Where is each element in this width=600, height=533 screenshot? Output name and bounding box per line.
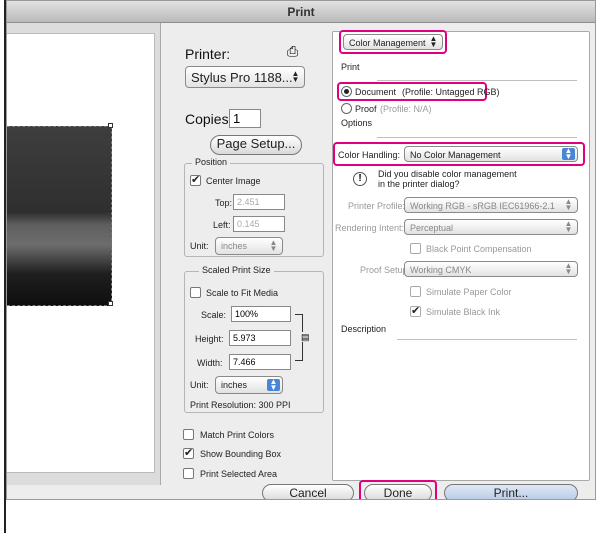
rendering-intent-value: Perceptual <box>410 223 454 233</box>
scaled-unit-value: inches <box>221 380 248 390</box>
scaled-print-size-title: Scaled Print Size <box>199 265 274 275</box>
position-title: Position <box>192 157 231 167</box>
warning-line-2: in the printer dialog? <box>378 179 460 189</box>
center-image-label: Center Image <box>206 176 261 186</box>
proof-radio[interactable] <box>341 103 352 114</box>
proof-profile: (Profile: N/A) <box>380 104 432 114</box>
color-handling-popup[interactable]: No Color Management ▲ ▼ <box>404 146 578 162</box>
copies-label: Copies: <box>185 111 233 127</box>
scaled-unit-label: Unit: <box>190 380 209 390</box>
chevron-updown-icon: ▲ ▼ <box>269 238 278 253</box>
print-section-title: Print <box>341 62 360 72</box>
simulate-black-label: Simulate Black Ink <box>426 307 501 317</box>
chevron-updown-icon: ▲ ▼ <box>562 147 575 161</box>
printer-value: Stylus Pro 1188... <box>191 70 293 85</box>
printer-profile-value: Working RGB - sRGB IEC61966-2.1 <box>410 201 555 211</box>
divider <box>397 339 577 340</box>
mode-popup-value: Color Management <box>349 38 426 48</box>
show-bounding-box-checkbox[interactable] <box>183 446 194 459</box>
simulate-black-checkbox[interactable] <box>410 304 421 317</box>
divider <box>377 137 577 138</box>
black-point-label: Black Point Compensation <box>426 244 532 254</box>
position-unit-popup[interactable]: inches ▲ ▼ <box>215 237 283 255</box>
print-button[interactable]: Print... <box>444 484 578 499</box>
proof-setup-label: Proof Setup: <box>360 265 411 275</box>
divider <box>377 80 577 81</box>
scale-label: Scale: <box>201 310 227 320</box>
top-label: Top: <box>215 198 233 208</box>
print-dialog: Print Printer: ⎙ Stylus Pro 1188... ▲ ▼ C… <box>6 0 596 500</box>
scale-to-fit-label: Scale to Fit Media <box>206 288 279 298</box>
height-label: Height: <box>195 334 224 344</box>
print-resolution: Print Resolution: 300 PPI <box>190 400 291 410</box>
description-section-title: Description <box>341 324 387 334</box>
print-selected-area-checkbox[interactable] <box>183 468 194 479</box>
height-input[interactable]: 5.973 <box>229 330 291 346</box>
page-setup-button[interactable]: Page Setup... <box>210 135 302 155</box>
show-bounding-box-label: Show Bounding Box <box>200 449 282 459</box>
printer-label: Printer: <box>185 46 231 62</box>
window-title: Print <box>287 5 315 19</box>
warning-icon: ! <box>353 172 367 186</box>
proof-setup-value: Working CMYK <box>410 265 472 275</box>
copies-input[interactable]: 1 <box>229 109 261 128</box>
width-label: Width: <box>197 358 223 368</box>
resize-handle-top-right[interactable] <box>108 123 113 128</box>
done-button[interactable]: Done <box>364 484 432 499</box>
screenshot-stage: Print Printer: ⎙ Stylus Pro 1188... ▲ ▼ C… <box>0 0 600 533</box>
printer-profile-label: Printer Profile: <box>348 201 406 211</box>
color-handling-value: No Color Management <box>410 150 501 160</box>
printer-icon[interactable]: ⎙ <box>287 43 298 60</box>
print-selected-area-label: Print Selected Area <box>200 469 278 479</box>
chevron-updown-icon: ▲ ▼ <box>291 69 300 84</box>
scaled-unit-popup[interactable]: inches ▲ ▼ <box>215 376 283 394</box>
chevron-updown-icon: ▲ ▼ <box>564 219 573 234</box>
color-handling-label: Color Handling: <box>338 150 401 160</box>
scale-to-fit-checkbox[interactable] <box>190 287 201 298</box>
proof-setup-popup[interactable]: Working CMYK ▲ ▼ <box>404 261 578 277</box>
scale-input[interactable]: 100% <box>231 306 291 322</box>
width-input[interactable]: 7.466 <box>229 354 291 370</box>
left-label: Left: <box>213 220 231 230</box>
chevron-updown-icon: ▲ ▼ <box>564 261 573 276</box>
cancel-button[interactable]: Cancel <box>262 484 354 499</box>
resize-handle-bottom-right[interactable] <box>108 301 113 306</box>
chevron-updown-icon: ▲ ▼ <box>429 34 438 49</box>
simulate-paper-checkbox[interactable] <box>410 286 421 297</box>
black-point-checkbox[interactable] <box>410 243 421 254</box>
top-input[interactable]: 2.451 <box>233 194 285 210</box>
match-print-colors-checkbox[interactable] <box>183 429 194 440</box>
document-profile: (Profile: Untagged RGB) <box>402 87 500 97</box>
warning-line-1: Did you disable color management <box>378 169 517 179</box>
center-image-checkbox[interactable] <box>190 173 201 186</box>
document-label: Document <box>355 87 397 97</box>
chevron-updown-icon: ▲ ▼ <box>267 378 280 392</box>
printer-popup[interactable]: Stylus Pro 1188... ▲ ▼ <box>185 66 305 88</box>
mode-popup[interactable]: Color Management ▲ ▼ <box>343 34 443 50</box>
left-input[interactable]: 0.145 <box>233 216 285 232</box>
rendering-intent-popup[interactable]: Perceptual ▲ ▼ <box>404 219 578 235</box>
position-unit-value: inches <box>221 241 248 251</box>
simulate-paper-label: Simulate Paper Color <box>426 287 512 297</box>
match-print-colors-label: Match Print Colors <box>200 430 275 440</box>
rendering-intent-label: Rendering Intent: <box>335 223 405 233</box>
options-section-title: Options <box>341 118 373 128</box>
link-lock-icon[interactable]: ▤ <box>301 332 310 342</box>
chevron-updown-icon: ▲ ▼ <box>564 197 573 212</box>
printer-profile-popup[interactable]: Working RGB - sRGB IEC61966-2.1 ▲ ▼ <box>404 197 578 213</box>
proof-label: Proof <box>355 104 377 114</box>
position-unit-label: Unit: <box>190 241 209 251</box>
bounding-box[interactable] <box>7 126 112 306</box>
title-bar[interactable]: Print <box>7 1 595 23</box>
document-radio[interactable] <box>341 86 352 97</box>
